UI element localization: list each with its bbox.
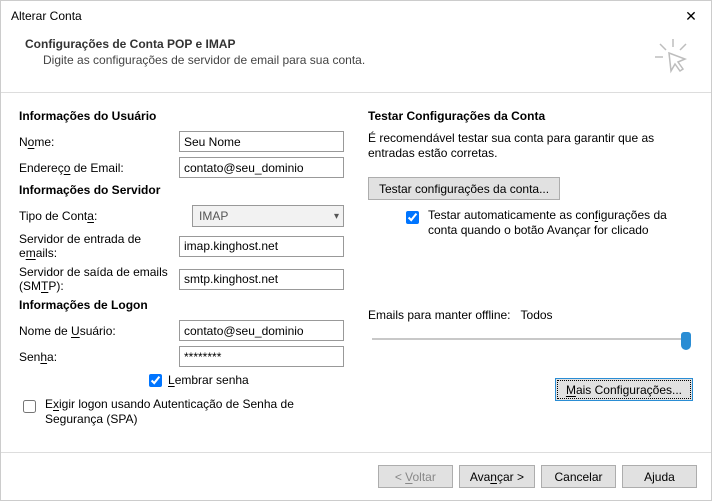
email-input[interactable] <box>179 157 344 178</box>
spa-checkbox[interactable] <box>23 400 36 413</box>
email-label: Endereço de Email: <box>19 161 179 175</box>
account-type-select[interactable]: IMAP ▾ <box>192 205 344 227</box>
account-type-value: IMAP <box>199 209 228 223</box>
cursor-click-icon <box>643 37 691 80</box>
more-settings-button[interactable]: Mais Configurações... <box>555 378 693 401</box>
spa-label: Exigir logon usando Autenticação de Senh… <box>45 397 314 427</box>
incoming-server-input[interactable] <box>179 236 344 257</box>
close-icon[interactable]: ✕ <box>671 1 711 31</box>
section-server-info: Informações do Servidor <box>19 183 344 197</box>
outgoing-server-label: Servidor de saída de emails (SMTP): <box>19 265 179 293</box>
remember-password-label: Lembrar senha <box>168 373 249 387</box>
header-title: Configurações de Conta POP e IMAP <box>25 37 643 51</box>
offline-value: Todos <box>521 308 553 322</box>
cancel-button[interactable]: Cancelar <box>541 465 616 488</box>
test-description: É recomendável testar sua conta para gar… <box>368 131 693 161</box>
slider-track <box>372 338 689 340</box>
window-title: Alterar Conta <box>11 9 671 23</box>
chevron-down-icon: ▾ <box>334 211 339 222</box>
auto-test-checkbox[interactable] <box>406 211 419 224</box>
outgoing-server-input[interactable] <box>179 269 344 290</box>
remember-password-checkbox[interactable] <box>149 374 162 387</box>
auto-test-label: Testar automaticamente as configurações … <box>428 208 673 238</box>
section-logon-info: Informações de Logon <box>19 298 344 312</box>
username-input[interactable] <box>179 320 344 341</box>
offline-label: Emails para manter offline: <box>368 308 511 322</box>
slider-thumb[interactable] <box>681 332 691 350</box>
offline-slider[interactable] <box>368 328 693 352</box>
next-button[interactable]: Avançar > <box>459 465 535 488</box>
name-label: Nome: <box>19 135 179 149</box>
password-input[interactable] <box>179 346 344 367</box>
username-label: Nome de Usuário: <box>19 324 179 338</box>
name-input[interactable] <box>179 131 344 152</box>
back-button: < Voltar <box>378 465 453 488</box>
header-subtitle: Digite as configurações de servidor de e… <box>25 53 643 67</box>
section-user-info: Informações do Usuário <box>19 109 344 123</box>
help-button[interactable]: Ajuda <box>622 465 697 488</box>
test-account-button[interactable]: Testar configurações da conta... <box>368 177 560 200</box>
account-type-label: Tipo de Conta: <box>19 209 192 223</box>
section-test-account: Testar Configurações da Conta <box>368 109 693 123</box>
incoming-server-label: Servidor de entrada de emails: <box>19 232 179 260</box>
password-label: Senha: <box>19 350 179 364</box>
